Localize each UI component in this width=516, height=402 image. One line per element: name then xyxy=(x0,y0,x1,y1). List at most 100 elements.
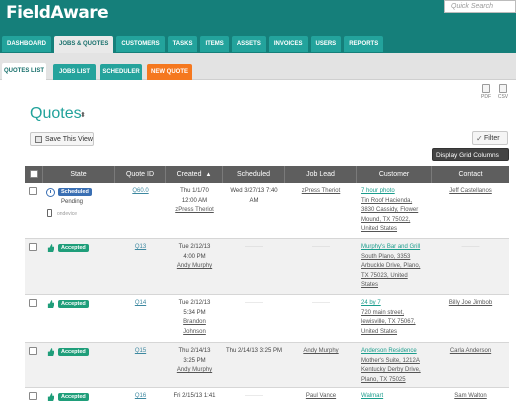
customer-address-line[interactable]: TX 75023, United xyxy=(361,272,432,282)
thumbs-up-icon xyxy=(47,393,54,401)
nav-tab-users[interactable]: USERS xyxy=(310,36,342,52)
sub-nav: QUOTES LIST JOBS LIST SCHEDULER NEW QUOT… xyxy=(0,53,516,80)
subtab-scheduler[interactable]: SCHEDULER xyxy=(100,64,142,80)
nav-tab-jobs-quotes[interactable]: JOBS & QUOTES xyxy=(54,36,114,54)
contact-link[interactable]: Jeff Castellanos xyxy=(449,188,492,194)
app-logo: FieldAware xyxy=(6,3,109,23)
status-badge: Scheduled xyxy=(58,188,92,196)
status-badge: Accepted xyxy=(58,244,89,252)
nav-tab-reports[interactable]: REPORTS xyxy=(344,36,384,52)
created-by-link[interactable]: Andy Murphy xyxy=(166,366,223,376)
customer-address-line[interactable]: 720 main street, xyxy=(361,309,432,319)
table-row[interactable]: Accepted Q16 Fri 2/15/13 1:41 ——— Paul V… xyxy=(25,388,509,402)
row-checkbox[interactable] xyxy=(29,347,37,355)
contact-link[interactable]: Sam Walton xyxy=(454,393,486,399)
customer-address-line[interactable]: South Plano, 3353 xyxy=(361,253,432,263)
created-by-link[interactable]: zPress Theriot xyxy=(166,206,223,216)
nav-tab-customers[interactable]: CUSTOMERS xyxy=(116,36,165,52)
row-checkbox[interactable] xyxy=(29,299,37,307)
table-row[interactable]: Accepted Q13 Tue 2/12/13 4:00 PM Andy Mu… xyxy=(25,239,509,295)
col-quote-id[interactable]: Quote ID xyxy=(115,166,166,183)
customer-address-line[interactable]: Arbuckle Drive, Plano, xyxy=(361,262,432,272)
select-all-checkbox[interactable] xyxy=(30,170,38,178)
col-created[interactable]: Created ▲ xyxy=(166,166,223,183)
customer-address-line[interactable]: States xyxy=(361,281,432,291)
customer-link[interactable]: 24 by 7 xyxy=(361,299,432,309)
col-scheduled[interactable]: Scheduled xyxy=(223,166,285,183)
created-date: Tue 2/12/13 xyxy=(178,244,211,250)
quote-id-link[interactable]: Q16 xyxy=(135,393,146,399)
created-time: 5:34 PM xyxy=(183,309,206,316)
customer-link[interactable]: 7 hour photo xyxy=(361,187,432,197)
created-by-link[interactable]: Andy Murphy xyxy=(166,262,223,272)
quote-id-link[interactable]: Q13 xyxy=(135,244,146,250)
table-header: State Quote ID Created ▲ Scheduled Job Le… xyxy=(25,166,509,183)
display-grid-columns-button[interactable]: Display Grid Columns xyxy=(432,148,509,161)
customer-address-line[interactable]: Mound, TX 75022, xyxy=(361,216,432,226)
row-checkbox[interactable] xyxy=(29,243,37,251)
col-customer[interactable]: Customer xyxy=(357,166,432,183)
customer-address-line[interactable]: Kentucky Derby Drive, xyxy=(361,366,432,376)
customer-address-line[interactable]: United States xyxy=(361,328,432,338)
device-label: ondevice xyxy=(57,211,78,217)
job-lead-link[interactable]: zPress Theriot xyxy=(302,188,341,194)
filter-button[interactable]: ✓ Filter xyxy=(472,131,508,145)
quote-id-link[interactable]: Q60.0 xyxy=(132,188,148,194)
nav-tab-items[interactable]: ITEMS xyxy=(200,36,229,52)
customer-address-line[interactable]: United States xyxy=(361,225,432,235)
subtab-quotes-list[interactable]: QUOTES LIST xyxy=(2,63,46,80)
scheduled-empty: ——— xyxy=(245,244,263,250)
quote-id-link[interactable]: Q14 xyxy=(135,300,146,306)
customer-address-line[interactable]: lewisville, TX 75067, xyxy=(361,318,432,328)
title-sort-icon[interactable]: ⬍ xyxy=(80,111,86,119)
customer-link[interactable]: Walmart xyxy=(361,393,383,399)
quote-id-link[interactable]: Q15 xyxy=(135,348,146,354)
row-checkbox[interactable] xyxy=(29,392,37,400)
contact-link[interactable]: Billy Joe Jimbob xyxy=(449,300,492,306)
customer-link[interactable]: Murphy's Bar and Grill xyxy=(361,243,432,253)
contact-link[interactable]: Carla Anderson xyxy=(450,348,491,354)
customer-address-line[interactable]: Tin Roof Hacienda, xyxy=(361,197,432,207)
job-lead-link[interactable]: Paul Vance xyxy=(306,393,336,399)
quick-search-input[interactable]: Quick Search xyxy=(444,0,516,13)
pdf-export-button[interactable]: PDF xyxy=(479,84,493,100)
created-by-link[interactable]: Brandon xyxy=(166,318,223,328)
job-lead-empty: ——— xyxy=(312,300,330,306)
created-date: Fri 2/15/13 1:41 xyxy=(173,393,216,399)
contact-empty: ——— xyxy=(461,244,480,250)
scheduled-empty: ——— xyxy=(245,393,263,399)
nav-tab-assets[interactable]: ASSETS xyxy=(231,36,266,52)
job-lead-link[interactable]: Andy Murphy xyxy=(303,348,338,354)
csv-export-button[interactable]: CSV xyxy=(496,84,510,100)
col-state[interactable]: State xyxy=(43,166,115,183)
nav-tab-invoices[interactable]: INVOICES xyxy=(268,36,308,52)
status-badge: Accepted xyxy=(58,393,89,401)
created-date: Tue 2/12/13 xyxy=(178,300,211,306)
nav-tab-dashboard[interactable]: DASHBOARD xyxy=(2,36,51,52)
table-row[interactable]: Accepted Q15 Thu 2/14/13 3:25 PM Andy Mu… xyxy=(25,343,509,388)
created-time: 3:25 PM xyxy=(183,357,206,364)
row-checkbox[interactable] xyxy=(29,187,37,195)
col-contact[interactable]: Contact xyxy=(432,166,509,183)
customer-link[interactable]: Anderson Residence xyxy=(361,347,432,357)
table-row[interactable]: Scheduled Pending ondevice Q60.0 Thu 1/1… xyxy=(25,183,509,239)
scheduled-date: Wed 3/27/13 7:40 xyxy=(230,188,278,194)
customer-address-line[interactable]: 3830 Cassidy, Flower xyxy=(361,206,432,216)
col-job-lead[interactable]: Job Lead xyxy=(285,166,357,183)
created-date: Thu 2/14/13 xyxy=(178,348,211,354)
pdf-label: PDF xyxy=(481,94,491,100)
subtab-jobs-list[interactable]: JOBS LIST xyxy=(53,64,96,80)
nav-tab-tasks[interactable]: TASKS xyxy=(167,36,198,52)
subtab-new-quote[interactable]: NEW QUOTE xyxy=(147,64,192,80)
created-time: 4:00 PM xyxy=(183,253,206,260)
created-by-link[interactable]: Johnson xyxy=(166,328,223,338)
customer-address-line[interactable]: Mother's Suite, 1212A xyxy=(361,357,432,367)
sort-asc-icon: ▲ xyxy=(205,172,212,178)
created-time: 12:00 AM xyxy=(181,197,208,204)
top-bar: FieldAware Quick Search DASHBOARD JOBS &… xyxy=(0,0,516,60)
customer-address-line[interactable]: Plano, TX 75025 xyxy=(361,376,432,386)
filter-label: Filter xyxy=(484,135,500,142)
save-view-button[interactable]: Save This View xyxy=(30,132,94,146)
state-sub-label: Pending xyxy=(61,199,84,205)
table-row[interactable]: Accepted Q14 Tue 2/12/13 5:34 PM Brandon… xyxy=(25,295,509,343)
